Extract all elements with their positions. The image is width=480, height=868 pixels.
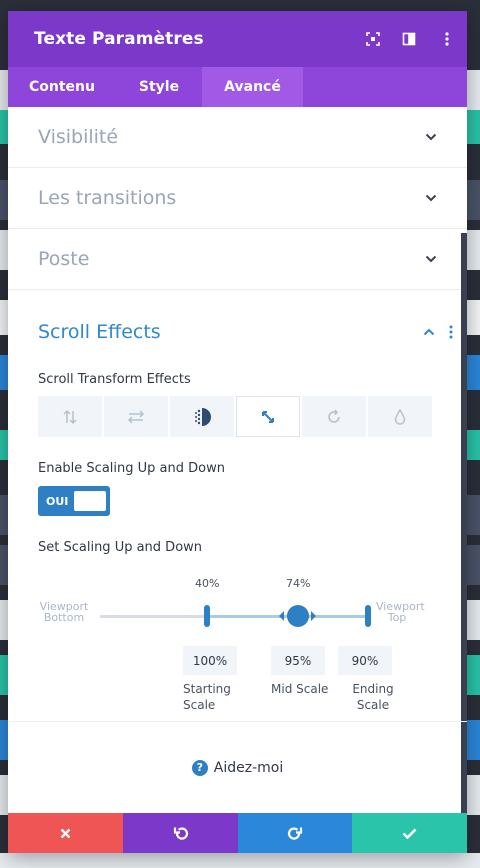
end-handle[interactable] <box>365 605 371 627</box>
starting-scale-input[interactable]: 100% <box>183 646 237 675</box>
effect-selector <box>38 396 467 437</box>
help-label: Aidez-moi <box>213 759 284 776</box>
tab-bar: Contenu Style Avancé <box>8 67 467 107</box>
start-percent-label: 40% <box>195 577 220 590</box>
starting-scale-label: Starting Scale <box>183 682 231 712</box>
fullscreen-icon[interactable] <box>355 11 391 67</box>
start-handle[interactable] <box>204 605 210 627</box>
ending-scale-input[interactable]: 90% <box>338 646 392 675</box>
mid-left-arrow-icon <box>279 611 284 621</box>
mid-percent-label: 74% <box>286 577 311 590</box>
scaling-button[interactable] <box>236 396 300 437</box>
settings-modal: Texte Paramètres Contenu Style Avancé Vi… <box>8 11 467 853</box>
close-icon <box>60 828 71 838</box>
scaling-icon <box>262 410 274 423</box>
mid-scale-label: Mid Scale <box>271 682 329 696</box>
blur-icon <box>394 408 406 425</box>
ending-scale-label: Ending Scale <box>352 682 394 712</box>
section-label: Visibilité <box>38 126 119 148</box>
vertical-motion-button[interactable] <box>38 396 102 437</box>
section-label: Les transitions <box>38 187 177 209</box>
enable-scaling-toggle[interactable]: OUI <box>38 486 110 516</box>
modal-title: Texte Paramètres <box>34 29 204 49</box>
horizontal-motion-icon <box>127 409 145 424</box>
more-options-icon[interactable] <box>427 11 467 67</box>
modal-header: Texte Paramètres <box>8 11 467 67</box>
blur-button[interactable] <box>368 396 432 437</box>
viewport-bottom-label: Viewport Bottom <box>39 600 89 624</box>
mid-right-arrow-icon <box>311 611 316 621</box>
toggle-text: OUI <box>46 494 69 508</box>
fading-button[interactable] <box>170 396 234 437</box>
section-transitions[interactable]: Les transitions <box>8 168 467 229</box>
save-button[interactable] <box>352 813 467 853</box>
chevron-up-icon[interactable] <box>423 328 435 336</box>
chevron-down-icon <box>425 133 437 141</box>
mid-handle[interactable] <box>287 605 309 627</box>
section-scroll-effects[interactable]: Scroll Effects <box>8 292 467 372</box>
fading-icon <box>195 407 211 426</box>
set-scaling-label: Set Scaling Up and Down <box>38 540 203 555</box>
check-icon <box>402 828 417 839</box>
transform-effects-label: Scroll Transform Effects <box>38 372 191 387</box>
vertical-motion-icon <box>63 409 77 424</box>
section-poste[interactable]: Poste <box>8 229 467 290</box>
enable-scaling-label: Enable Scaling Up and Down <box>38 461 225 476</box>
rotating-button[interactable] <box>302 396 366 437</box>
scaling-slider: Viewport Bottom Viewport Top 40% 74% 100… <box>8 569 467 712</box>
undo-icon <box>173 826 188 840</box>
modal-footer <box>8 813 467 853</box>
tab-avance[interactable]: Avancé <box>202 67 303 107</box>
viewport-top-label: Viewport Top <box>376 600 425 624</box>
section-options-icon[interactable] <box>449 325 453 339</box>
chevron-down-icon <box>425 194 437 202</box>
rotating-icon <box>328 409 340 423</box>
redo-icon <box>287 826 303 840</box>
cancel-button[interactable] <box>8 813 123 853</box>
chevron-down-icon <box>425 255 437 263</box>
horizontal-motion-button[interactable] <box>104 396 168 437</box>
split-view-icon[interactable] <box>391 11 427 67</box>
toggle-knob <box>74 491 106 511</box>
tab-style[interactable]: Style <box>116 67 202 107</box>
section-visibilite[interactable]: Visibilité <box>8 107 467 168</box>
undo-button[interactable] <box>123 813 238 853</box>
section-label: Poste <box>38 248 90 270</box>
redo-button[interactable] <box>238 813 352 853</box>
help-icon: ? <box>191 759 208 776</box>
mid-scale-input[interactable]: 95% <box>271 646 325 675</box>
section-label: Scroll Effects <box>38 321 161 343</box>
help-link[interactable]: ? Aidez-moi <box>8 721 467 813</box>
tab-contenu[interactable]: Contenu <box>8 67 116 107</box>
